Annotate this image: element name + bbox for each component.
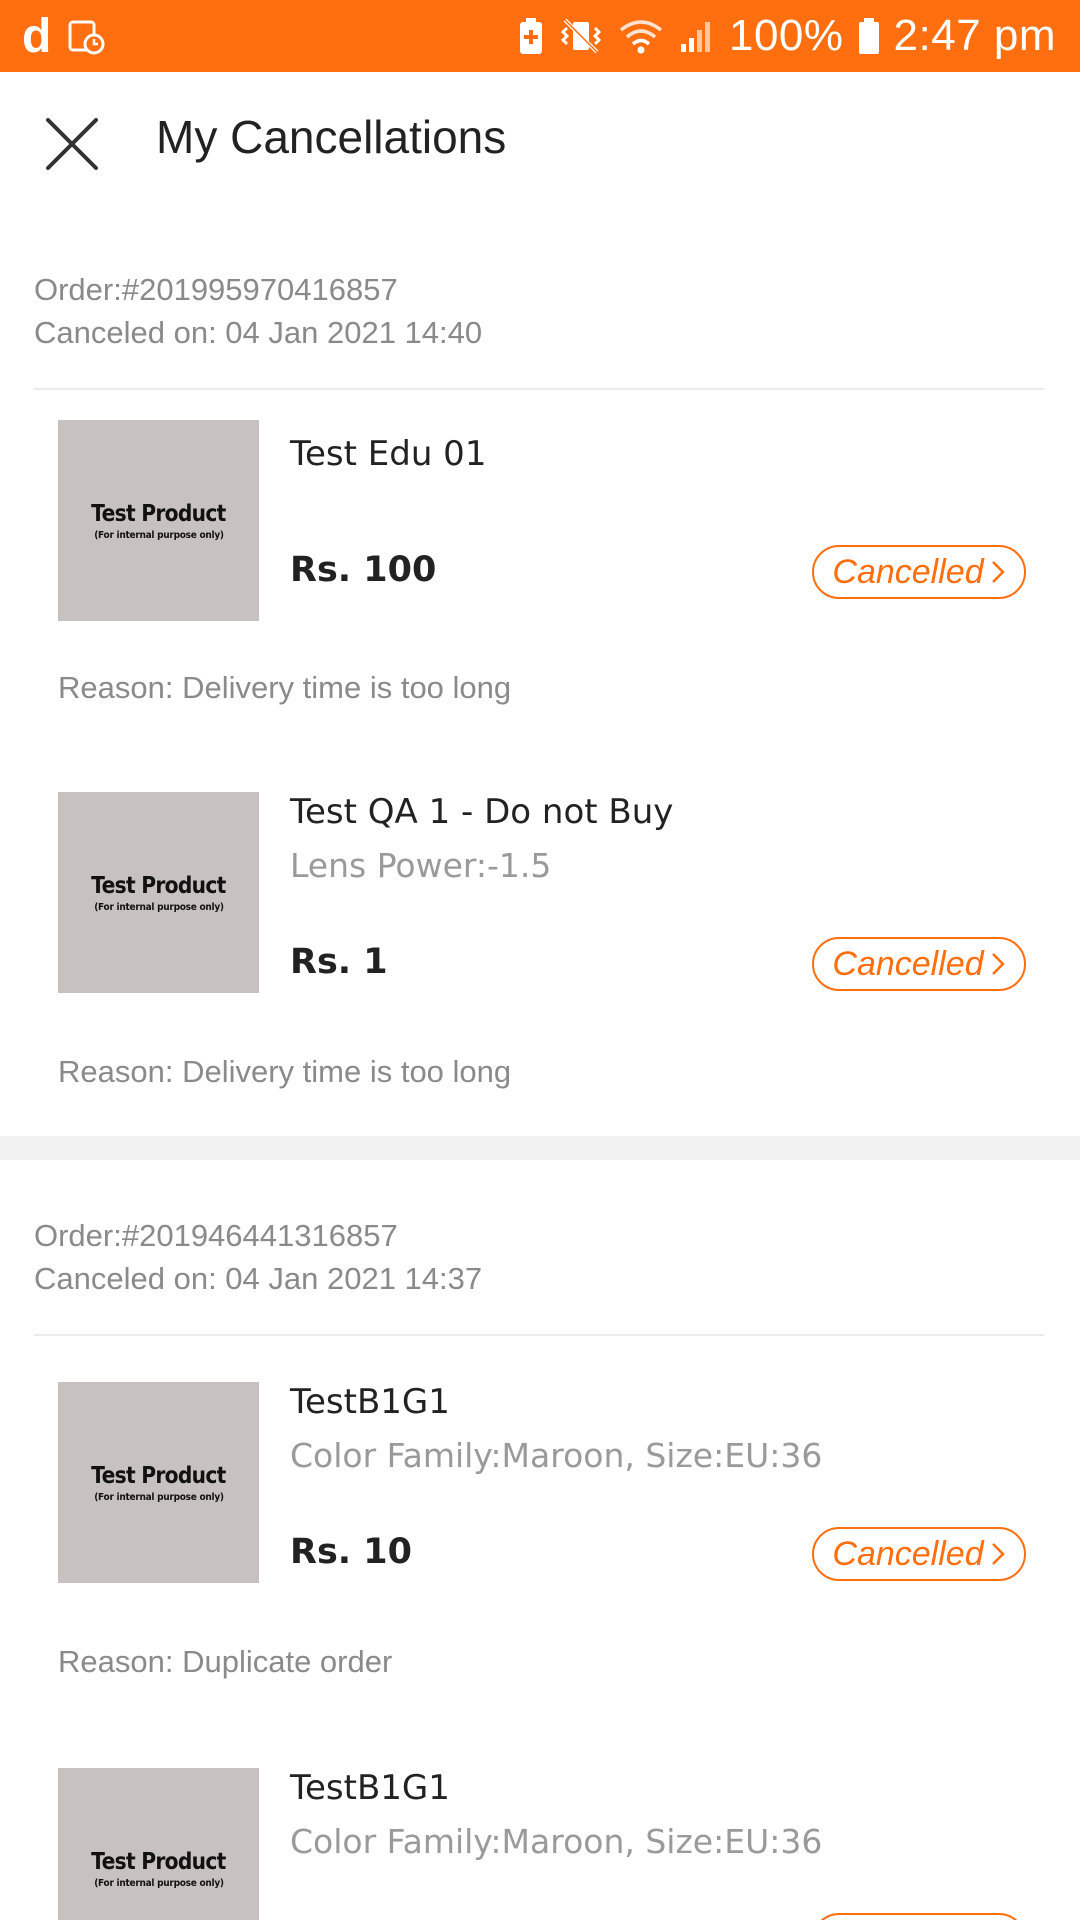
- order-item[interactable]: Test Product (For internal purpose only)…: [0, 1768, 1080, 1920]
- thumbnail-subtitle: (For internal purpose only): [93, 529, 224, 541]
- product-thumbnail: Test Product (For internal purpose only): [58, 1768, 259, 1920]
- wifi-icon: [617, 16, 665, 56]
- order-item[interactable]: Test Product (For internal purpose only)…: [0, 420, 1080, 780]
- thumbnail-subtitle: (For internal purpose only): [93, 1491, 224, 1503]
- product-thumbnail: Test Product (For internal purpose only): [58, 792, 259, 993]
- signal-icon: [679, 16, 715, 56]
- cancellation-reason: Reason: Delivery time is too long: [58, 670, 512, 705]
- order-header: Order:#201995970416857 Canceled on: 04 J…: [34, 268, 482, 354]
- order-header: Order:#201946441316857 Canceled on: 04 J…: [34, 1214, 482, 1300]
- thumbnail-title: Test Product: [91, 1462, 226, 1489]
- vibrate-off-icon: [559, 16, 603, 56]
- order-item[interactable]: Test Product (For internal purpose only)…: [0, 792, 1080, 1136]
- product-name: Test Edu 01: [290, 434, 487, 474]
- order-number: Order:#201995970416857: [34, 272, 398, 307]
- cancelled-status-button[interactable]: Cancelled: [812, 1527, 1026, 1581]
- product-thumbnail: Test Product (For internal purpose only): [58, 1382, 259, 1583]
- divider: [34, 1334, 1044, 1336]
- product-variant: Color Family:Maroon, Size:EU:36: [290, 1822, 823, 1861]
- status-label: Cancelled: [832, 1534, 984, 1573]
- thumbnail-subtitle: (For internal purpose only): [93, 1877, 224, 1889]
- status-bar: d 100% 2:47 pm: [0, 0, 1080, 72]
- app-bar: My Cancellations: [0, 72, 1080, 212]
- order-item[interactable]: Test Product (For internal purpose only)…: [0, 1382, 1080, 1742]
- battery-icon: [858, 16, 880, 56]
- chevron-right-icon: [991, 561, 1005, 583]
- status-label: Cancelled: [832, 552, 984, 591]
- thumbnail-title: Test Product: [91, 1848, 226, 1875]
- order-card: Order:#201946441316857 Canceled on: 04 J…: [0, 1160, 1080, 1920]
- product-price: Rs. 10: [290, 1532, 412, 1572]
- canceled-on: Canceled on: 04 Jan 2021 14:40: [34, 315, 483, 350]
- page-title: My Cancellations: [156, 111, 507, 163]
- cancelled-status-button[interactable]: Cancelled: [812, 545, 1026, 599]
- product-price: Rs. 1: [290, 942, 388, 982]
- product-variant: Color Family:Maroon, Size:EU:36: [290, 1436, 823, 1475]
- divider: [34, 388, 1044, 390]
- product-variant: Lens Power:-1.5: [290, 846, 552, 885]
- app-logo-icon: d: [22, 9, 52, 63]
- status-bar-right: 100% 2:47 pm: [517, 11, 1056, 61]
- screenshot-icon: [66, 16, 106, 56]
- status-time: 2:47 pm: [893, 11, 1056, 60]
- cancellation-reason: Reason: Duplicate order: [58, 1644, 393, 1679]
- status-bar-left: d: [22, 9, 106, 64]
- product-name: TestB1G1: [290, 1382, 450, 1422]
- section-separator: [0, 1136, 1080, 1160]
- chevron-right-icon: [991, 1543, 1005, 1565]
- status-label: Cancelled: [832, 944, 984, 983]
- product-name: TestB1G1: [290, 1768, 450, 1808]
- cancellation-reason: Reason: Delivery time is too long: [58, 1054, 512, 1089]
- thumbnail-title: Test Product: [91, 500, 226, 527]
- product-name: Test QA 1 - Do not Buy: [290, 792, 674, 832]
- product-thumbnail: Test Product (For internal purpose only): [58, 420, 259, 621]
- cancelled-status-button[interactable]: [812, 1913, 1026, 1920]
- thumbnail-title: Test Product: [91, 872, 226, 899]
- chevron-right-icon: [991, 953, 1005, 975]
- order-card: Order:#201995970416857 Canceled on: 04 J…: [0, 212, 1080, 1136]
- close-icon[interactable]: [42, 114, 102, 174]
- product-price: Rs. 100: [290, 550, 437, 590]
- cancelled-status-button[interactable]: Cancelled: [812, 937, 1026, 991]
- thumbnail-subtitle: (For internal purpose only): [93, 901, 224, 913]
- canceled-on: Canceled on: 04 Jan 2021 14:37: [34, 1261, 483, 1296]
- order-number: Order:#201946441316857: [34, 1218, 398, 1253]
- battery-percent: 100%: [728, 11, 844, 60]
- battery-saver-icon: [517, 16, 545, 56]
